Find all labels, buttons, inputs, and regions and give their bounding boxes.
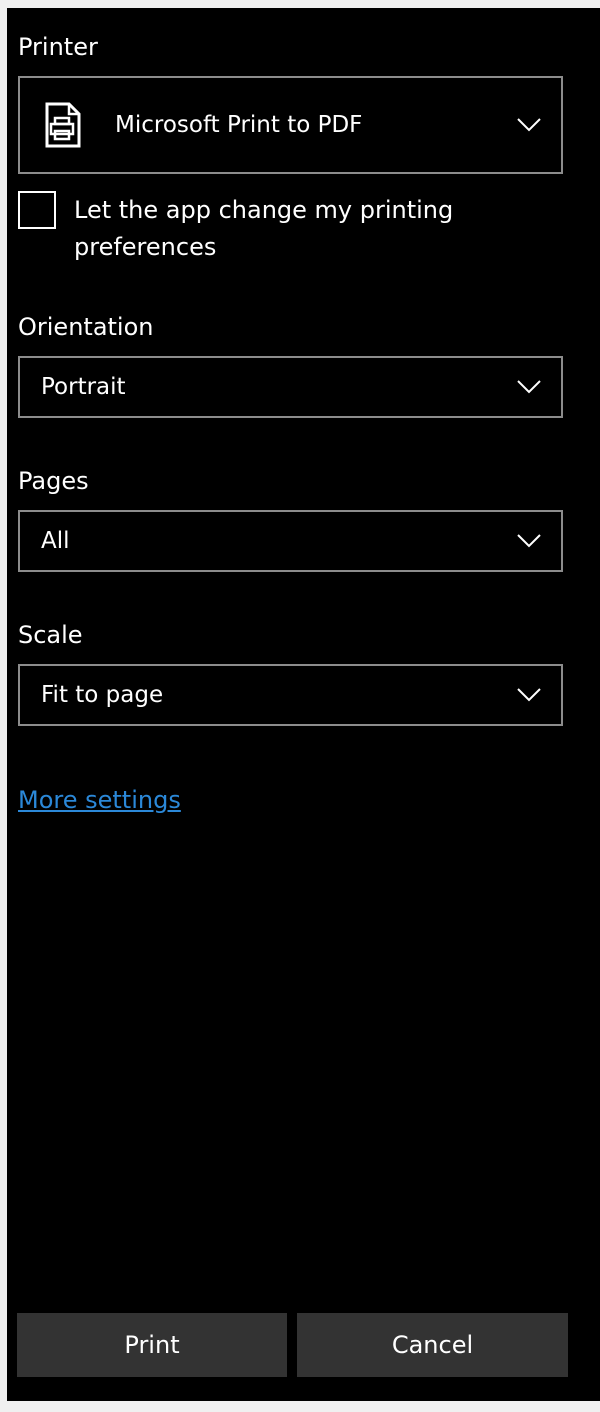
scale-dropdown[interactable]: Fit to page — [18, 664, 563, 726]
cancel-button[interactable]: Cancel — [297, 1313, 568, 1377]
scale-label: Scale — [18, 621, 83, 649]
app-preferences-label: Let the app change my printing preferenc… — [74, 196, 454, 261]
app-preferences-checkbox[interactable] — [18, 191, 56, 229]
chevron-down-icon — [517, 688, 541, 702]
printer-label: Printer — [18, 33, 98, 61]
pages-dropdown[interactable]: All — [18, 510, 563, 572]
orientation-dropdown[interactable]: Portrait — [18, 356, 563, 418]
orientation-selected-value: Portrait — [41, 374, 126, 400]
printer-icon — [45, 102, 81, 148]
print-button[interactable]: Print — [17, 1313, 287, 1377]
pages-label: Pages — [18, 467, 89, 495]
more-settings-link[interactable]: More settings — [18, 786, 181, 814]
printer-selected-value: Microsoft Print to PDF — [115, 112, 363, 138]
orientation-label: Orientation — [18, 313, 154, 341]
chevron-down-icon — [517, 534, 541, 548]
printer-dropdown[interactable]: Microsoft Print to PDF — [18, 76, 563, 174]
chevron-down-icon — [517, 118, 541, 132]
chevron-down-icon — [517, 380, 541, 394]
print-settings-panel: Printer Microsoft Print to PDF Let the a… — [7, 8, 600, 1401]
pages-selected-value: All — [41, 528, 70, 554]
scale-selected-value: Fit to page — [41, 682, 164, 708]
